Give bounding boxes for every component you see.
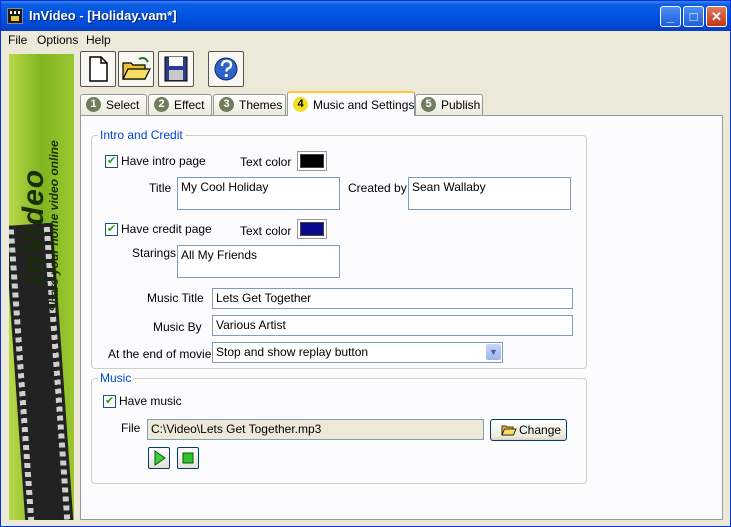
chevron-down-icon[interactable]: ▼ [486, 344, 501, 360]
brand-logo: inVideo Share your home video online [17, 101, 61, 351]
tab-label: Select [106, 98, 140, 112]
tab-themes[interactable]: 3 Themes [213, 94, 286, 115]
tab-label: Themes [239, 98, 283, 112]
step-3-badge: 3 [219, 97, 234, 112]
maximize-button[interactable]: □ [683, 6, 704, 27]
intro-text-color-label: Text color [240, 155, 292, 169]
tab-label: Music and Settings [313, 98, 415, 112]
stop-button[interactable] [177, 447, 199, 469]
new-project-button[interactable] [80, 51, 116, 87]
play-icon [154, 450, 166, 466]
change-file-button[interactable]: Change [490, 419, 567, 441]
music-title-field[interactable]: Lets Get Together [212, 288, 573, 309]
credit-text-color-swatch[interactable] [297, 219, 327, 239]
music-file-field[interactable]: C:\Video\Lets Get Together.mp3 [147, 419, 484, 440]
have-intro-label: Have intro page [121, 154, 206, 168]
step-5-badge: 5 [421, 97, 436, 112]
starings-field[interactable]: All My Friends [177, 245, 340, 278]
group-title: Music [98, 371, 134, 385]
intro-credit-group: Intro and Credit Have intro page Text co… [91, 128, 587, 369]
stop-icon [182, 452, 194, 464]
brand-name: inVideo [17, 168, 50, 284]
end-of-movie-select[interactable]: Stop and show replay button ▼ [212, 342, 503, 363]
have-intro-checkbox[interactable] [105, 154, 118, 168]
have-credit-checkbox[interactable] [105, 222, 118, 236]
music-settings-panel: Intro and Credit Have intro page Text co… [80, 115, 723, 520]
change-button-label: Change [519, 423, 562, 437]
open-folder-icon [122, 57, 151, 80]
app-window: InVideo - [Holiday.vam*] _ □ ✕ File Opti… [0, 0, 731, 527]
title-bar[interactable]: InVideo - [Holiday.vam*] _ □ ✕ [1, 1, 730, 31]
menu-help[interactable]: Help [86, 33, 111, 47]
end-of-movie-label: At the end of movie [108, 347, 212, 361]
new-document-icon [89, 56, 108, 82]
clapperboard-icon [7, 8, 23, 24]
save-project-button[interactable] [158, 51, 194, 87]
menu-options[interactable]: Options [37, 33, 78, 47]
music-by-field[interactable]: Various Artist [212, 315, 573, 336]
tab-music-and-settings[interactable]: 4 Music and Settings [287, 91, 415, 116]
file-label: File [121, 421, 141, 435]
end-of-movie-value: Stop and show replay button [216, 345, 369, 359]
music-by-label: Music By [153, 320, 202, 334]
brand-tagline: Share your home video online [47, 140, 61, 312]
title-field[interactable]: My Cool Holiday [177, 177, 340, 210]
open-folder-icon [501, 425, 517, 436]
have-credit-label: Have credit page [121, 222, 212, 236]
invideo-banner: inVideo Share your home video online [9, 54, 74, 520]
menu-file[interactable]: File [8, 33, 27, 47]
created-by-field[interactable]: Sean Wallaby [408, 177, 571, 210]
music-group: Music Have music File C:\Video\Lets Get … [91, 371, 587, 484]
window-title: InVideo - [Holiday.vam*] [29, 8, 177, 23]
created-by-label: Created by [348, 181, 407, 195]
open-project-button[interactable] [118, 51, 154, 87]
credit-text-color-label: Text color [240, 224, 292, 238]
minimize-button[interactable]: _ [660, 6, 681, 27]
step-2-badge: 2 [154, 97, 169, 112]
tab-select[interactable]: 1 Select [80, 94, 147, 115]
help-button[interactable] [208, 51, 244, 87]
step-4-badge: 4 [293, 97, 308, 112]
tab-label: Effect [174, 98, 205, 112]
intro-text-color-swatch[interactable] [297, 151, 327, 171]
tab-label: Publish [441, 98, 481, 112]
have-music-checkbox[interactable] [103, 394, 116, 408]
starings-label: Starings [132, 246, 177, 260]
tab-effect[interactable]: 2 Effect [148, 94, 212, 115]
menu-bar: File Options Help [1, 31, 730, 49]
save-disk-icon [164, 56, 188, 82]
step-1-badge: 1 [86, 97, 101, 112]
play-button[interactable] [148, 447, 170, 469]
close-button[interactable]: ✕ [706, 6, 727, 27]
tab-publish[interactable]: 5 Publish [415, 94, 483, 115]
have-music-label: Have music [119, 394, 182, 408]
music-title-label: Music Title [147, 291, 204, 305]
group-title: Intro and Credit [98, 128, 185, 142]
help-icon [214, 57, 238, 81]
title-label: Title [149, 181, 172, 195]
